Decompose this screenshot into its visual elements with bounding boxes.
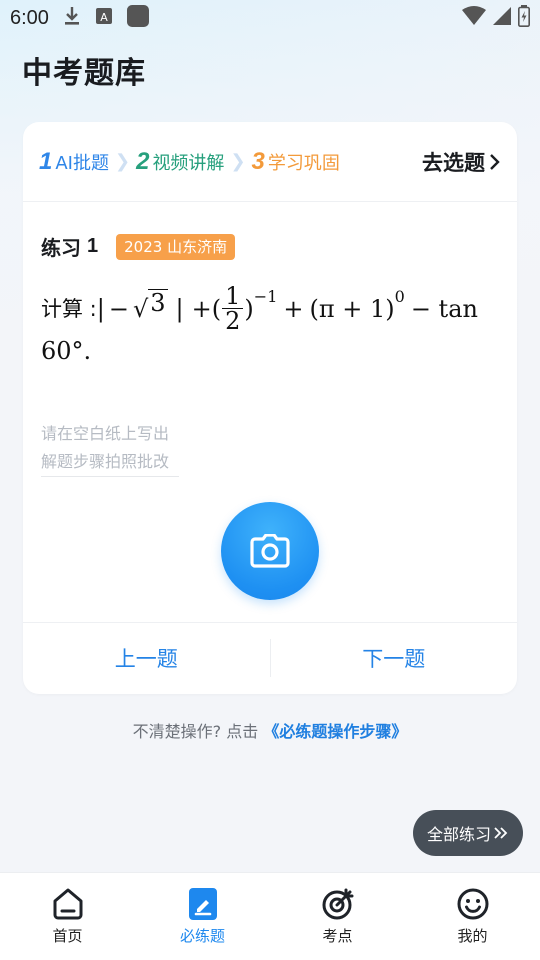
step-3: 3 学习巩固 — [252, 148, 340, 176]
page-title: 中考题库 — [22, 56, 146, 91]
step-label: 学习巩固 — [267, 152, 340, 174]
edit-note-icon — [188, 888, 217, 920]
hint-line-2: 解题步骤拍照批改 — [41, 448, 179, 477]
chevron-right-icon — [490, 153, 500, 170]
question-card: 1 AI批题 ❯ 2 视频讲解 ❯ 3 学习巩固 去选题 练习 1 2023 山… — [23, 122, 517, 694]
tab-label: 考点 — [322, 927, 353, 945]
paren-close: ) — [244, 294, 254, 323]
tab-required-questions[interactable]: 必练题 — [135, 873, 270, 960]
steps-bar: 1 AI批题 ❯ 2 视频讲解 ❯ 3 学习巩固 去选题 — [23, 122, 517, 202]
target-icon — [322, 888, 353, 920]
radical-sign-icon: √ — [132, 294, 149, 323]
all-practice-label: 全部练习 — [426, 825, 491, 844]
double-chevron-right-icon — [494, 827, 508, 839]
select-question-label: 去选题 — [422, 150, 485, 175]
sqrt-radicand: 3 — [148, 288, 168, 317]
exponent-0: 0 — [394, 286, 405, 306]
abs-open: | — [96, 294, 105, 323]
minus-sign: − — [108, 294, 129, 323]
minus-tan: − tan — [410, 294, 478, 323]
font-icon: A — [95, 7, 113, 29]
question-text: 计算 : | − √ 3 | +( 1 2 ) −1 + (π + 1) 0 −… — [41, 284, 501, 371]
camera-icon — [250, 534, 290, 568]
pi-term: (π + 1) — [309, 294, 395, 323]
prev-question-button[interactable]: 上一题 — [23, 643, 270, 673]
fraction-numerator: 1 — [222, 284, 244, 309]
status-time: 6:00 — [10, 6, 49, 29]
tab-home[interactable]: 首页 — [0, 873, 135, 960]
wifi-icon — [462, 6, 486, 30]
app-square-icon — [126, 5, 149, 31]
smile-icon — [457, 888, 488, 920]
select-question-button[interactable]: 去选题 — [422, 147, 501, 177]
bottom-tab-bar: 首页 必练题 考点 我的 — [0, 872, 540, 960]
chevron-right-icon: ❯ — [114, 151, 131, 172]
step-number: 3 — [251, 147, 265, 175]
photo-hint: 请在空白纸上写出 解题步骤拍照批改 — [41, 420, 179, 477]
camera-button[interactable] — [221, 502, 319, 600]
status-bar: 6:00 A — [0, 0, 540, 36]
download-icon — [63, 6, 81, 30]
step-2: 2 视频讲解 — [136, 148, 224, 176]
tab-mine[interactable]: 我的 — [405, 873, 540, 960]
practice-header: 练习 1 2023 山东济南 — [41, 232, 236, 261]
fraction: 1 2 — [222, 284, 244, 335]
signal-icon — [492, 6, 512, 30]
tab-label: 首页 — [52, 927, 83, 945]
plus-paren: +( — [191, 294, 222, 323]
practice-label: 练习 — [41, 236, 81, 260]
step-label: AI批题 — [55, 152, 109, 174]
help-text: 不清楚操作? 点击 — [132, 722, 259, 741]
tab-exam-points[interactable]: 考点 — [270, 873, 405, 960]
chevron-right-icon: ❯ — [230, 151, 246, 172]
fraction-denominator: 2 — [225, 307, 241, 335]
step-1: 1 AI批题 — [39, 148, 109, 176]
question-nav: 上一题 下一题 — [23, 622, 517, 692]
home-icon — [53, 888, 82, 920]
abs-close: | — [175, 294, 184, 323]
tab-label: 我的 — [457, 927, 488, 945]
step-number: 2 — [136, 147, 150, 175]
help-steps-link[interactable]: 《必练题操作步骤》 — [263, 722, 407, 741]
tab-label: 必练题 — [179, 927, 225, 945]
svg-text:A: A — [100, 11, 108, 24]
hint-line-1: 请在空白纸上写出 — [41, 424, 170, 443]
source-badge: 2023 山东济南 — [116, 233, 236, 260]
battery-icon — [518, 5, 530, 31]
sqrt: √ 3 — [132, 288, 168, 329]
next-question-button[interactable]: 下一题 — [271, 643, 518, 673]
question-line-2: 60°. — [41, 337, 92, 365]
question-lead: 计算 : — [41, 296, 97, 321]
step-number: 1 — [39, 147, 53, 175]
practice-number: 1 — [87, 235, 99, 257]
all-practice-button[interactable]: 全部练习 — [413, 810, 523, 856]
help-line: 不清楚操作? 点击 《必练题操作步骤》 — [0, 718, 540, 742]
step-label: 视频讲解 — [152, 152, 225, 174]
exponent-1: −1 — [253, 286, 278, 306]
plus-sign: + — [283, 294, 304, 323]
